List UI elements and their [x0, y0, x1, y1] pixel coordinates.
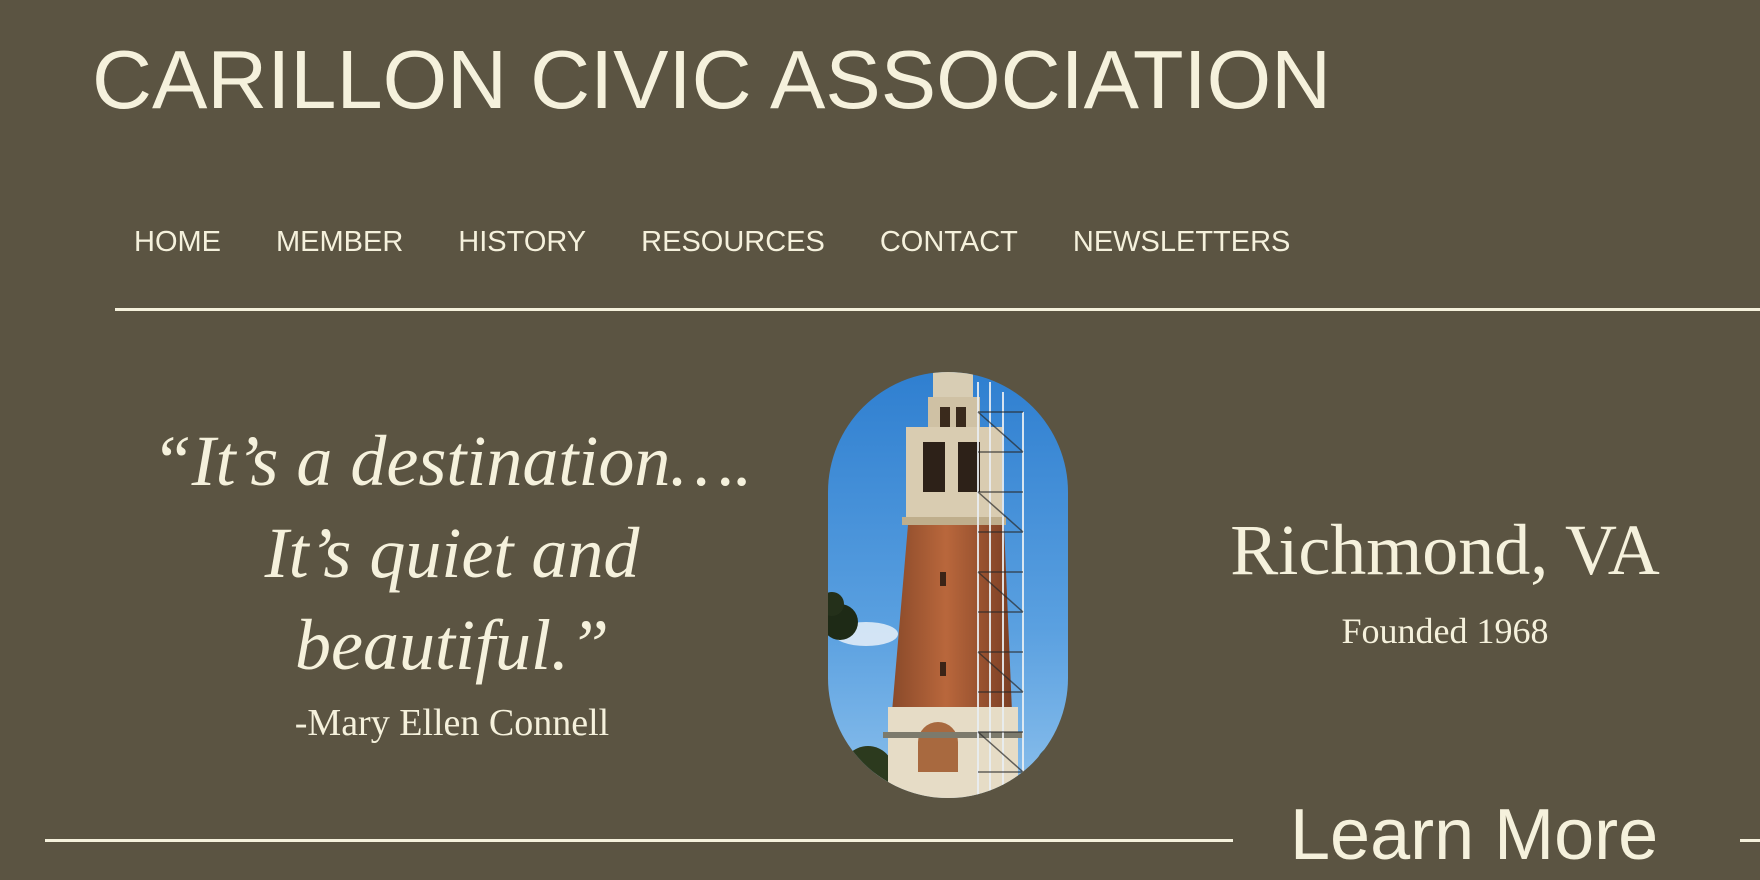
quote-line: beautiful.” [294, 605, 609, 685]
main-nav: HOME MEMBER HISTORY RESOURCES CONTACT NE… [134, 222, 1345, 262]
nav-item-newsletters[interactable]: NEWSLETTERS [1073, 222, 1291, 262]
nav-item-home[interactable]: HOME [134, 222, 221, 262]
site-title: CARILLON CIVIC ASSOCIATION [92, 33, 1332, 126]
nav-item-resources[interactable]: RESOURCES [641, 222, 825, 262]
nav-item-history[interactable]: HISTORY [458, 222, 586, 262]
footer-divider-right [1740, 839, 1760, 842]
learn-more-link[interactable]: Learn More [1290, 790, 1658, 880]
hero-quote: “It’s a destination…. It’s quiet and bea… [112, 415, 792, 691]
quote-line: It’s quiet and [264, 513, 640, 593]
quote-attribution: -Mary Ellen Connell [294, 702, 610, 744]
carillon-tower-photo [828, 372, 1068, 798]
footer-divider-left [45, 839, 1233, 842]
founded-text: Founded 1968 [1341, 611, 1549, 651]
nav-item-contact[interactable]: CONTACT [880, 222, 1018, 262]
nav-item-member[interactable]: MEMBER [276, 222, 403, 262]
header-divider [115, 308, 1760, 311]
quote-line: “It’s a destination…. [151, 421, 753, 501]
location-heading: Richmond, VA [1230, 510, 1660, 590]
